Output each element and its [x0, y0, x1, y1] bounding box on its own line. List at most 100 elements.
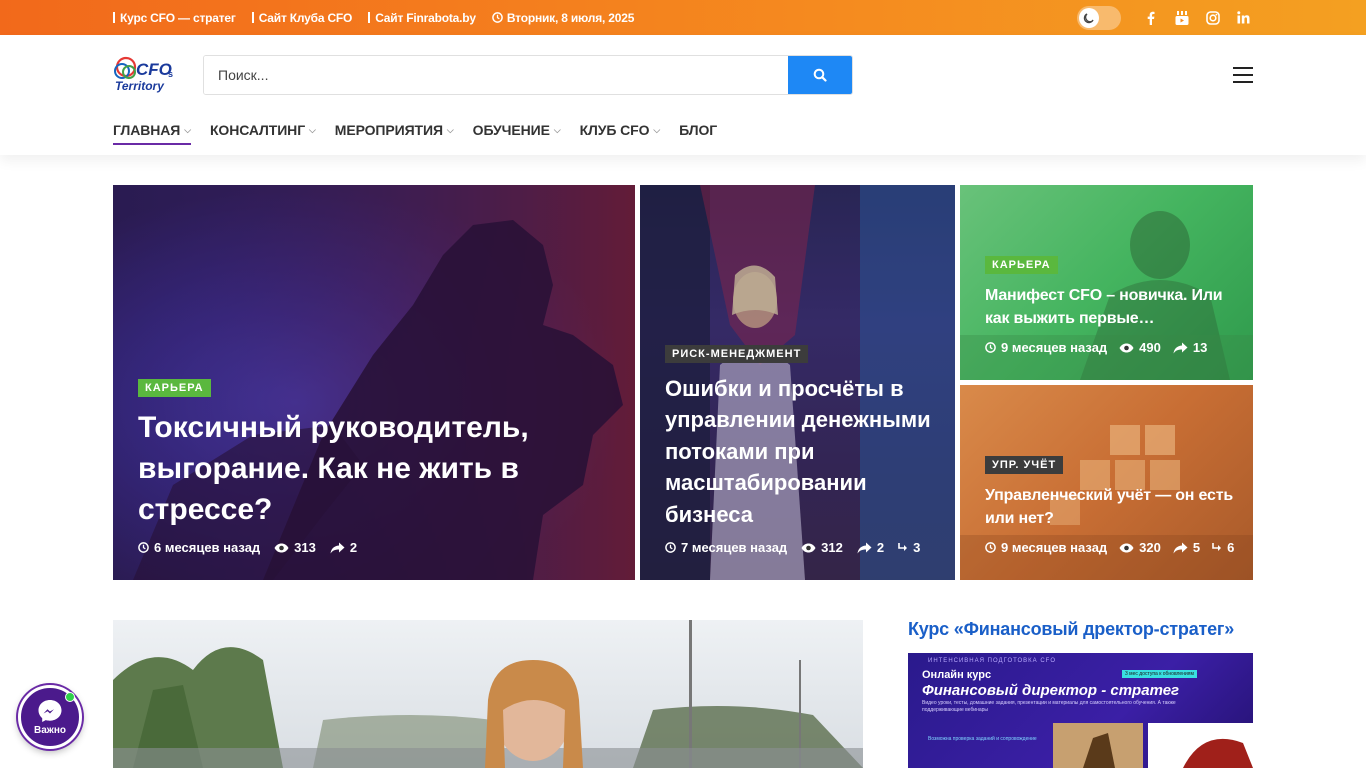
category-badge[interactable]: КАРЬЕРА — [985, 256, 1058, 274]
menu-icon[interactable] — [1233, 67, 1253, 83]
category-badge[interactable]: УПР. УЧЁТ — [985, 456, 1064, 474]
post-shares: 13 — [1173, 340, 1207, 355]
site-logo[interactable]: CFO s Territory — [113, 53, 175, 97]
course-banner[interactable]: ИНТЕНСИВНАЯ ПОДГОТОВКА CFO Онлайн курс Ф… — [908, 653, 1253, 768]
youtube-icon[interactable] — [1172, 9, 1191, 27]
shares-count: 5 — [1192, 540, 1201, 555]
post-views: 320 — [1119, 540, 1161, 555]
nav-item-blog[interactable]: БЛОГ — [679, 117, 717, 143]
latest-post-image[interactable] — [113, 620, 863, 768]
search-button[interactable] — [788, 56, 852, 94]
banner-badge: 3 мес доступа к обновлениям — [1122, 670, 1197, 678]
post-title[interactable]: Токсичный руководитель, выгорание. Как н… — [138, 407, 615, 530]
dark-mode-toggle[interactable] — [1077, 5, 1121, 30]
logo-text-sub: s — [168, 69, 173, 79]
top-link-finrabota[interactable]: Сайт Finrabota.by — [368, 11, 476, 25]
eye-icon — [274, 543, 289, 552]
top-link-label: Сайт Finrabota.by — [375, 10, 476, 25]
eye-icon — [1119, 543, 1134, 552]
post-comments: 6 — [1212, 540, 1234, 555]
top-links: Курс CFO — стратег Сайт Клуба CFO Сайт F… — [113, 0, 634, 35]
post-time: 6 месяцев назад — [138, 540, 260, 555]
post-time: 7 месяцев назад — [665, 540, 787, 555]
search-icon — [813, 68, 827, 82]
nav-label: ГЛАВНАЯ — [113, 122, 181, 138]
share-icon — [1173, 342, 1188, 353]
nav-item-club[interactable]: КЛУБ CFO ⌵ — [580, 117, 661, 143]
featured-post-4[interactable]: УПР. УЧЁТ Управленческий учёт — он есть … — [960, 385, 1253, 580]
nav-item-events[interactable]: МЕРОПРИЯТИЯ ⌵ — [335, 117, 454, 143]
messenger-icon — [38, 699, 62, 722]
top-bar-right — [1077, 0, 1253, 35]
nav-item-training[interactable]: ОБУЧЕНИЕ ⌵ — [473, 117, 561, 143]
eye-icon — [1119, 343, 1134, 352]
post-content: КАРЬЕРА Манифест CFO – новичка. Или как … — [985, 255, 1233, 355]
post-views: 313 — [274, 540, 316, 555]
post-shares: 2 — [330, 540, 357, 555]
top-link-label: Сайт Клуба CFO — [258, 10, 353, 25]
shares-count: 2 — [349, 540, 358, 555]
time-text: 9 месяцев назад — [1001, 340, 1108, 355]
post-meta: 9 месяцев назад 490 13 — [985, 340, 1233, 355]
chat-label: Важно — [33, 724, 67, 736]
post-meta: 9 месяцев назад 320 5 6 — [985, 540, 1234, 555]
reply-icon — [1212, 542, 1222, 551]
online-indicator — [65, 692, 75, 702]
banner-artwork — [1053, 723, 1253, 768]
nav-item-consulting[interactable]: КОНСАЛТИНГ ⌵ — [210, 117, 316, 143]
nav-label: БЛОГ — [679, 122, 718, 138]
top-link-course[interactable]: Курс CFO — стратег — [113, 11, 236, 25]
share-icon — [330, 542, 345, 553]
featured-post-2[interactable]: РИСК-МЕНЕДЖМЕНТ Ошибки и просчёты в упра… — [640, 185, 955, 580]
views-count: 313 — [294, 540, 316, 555]
chat-widget-button[interactable]: Важно — [18, 685, 82, 749]
clock-icon — [985, 342, 996, 353]
clock-icon — [138, 542, 149, 553]
search-input[interactable] — [204, 56, 788, 94]
post-title[interactable]: Управленческий учёт — он есть или нет? — [985, 484, 1233, 530]
moon-icon — [1079, 7, 1099, 28]
featured-post-3[interactable]: КАРЬЕРА Манифест CFO – новичка. Или как … — [960, 185, 1253, 380]
post-content: КАРЬЕРА Токсичный руководитель, выгорани… — [138, 378, 615, 555]
comments-count: 6 — [1227, 540, 1235, 555]
linkedin-icon[interactable] — [1234, 9, 1253, 27]
top-link-club[interactable]: Сайт Клуба CFO — [251, 10, 353, 25]
post-shares: 2 — [857, 540, 884, 555]
banner-footer: Возможна проверка заданий и сопровождени… — [928, 736, 1037, 742]
views-count: 320 — [1139, 540, 1161, 555]
chevron-down-icon: ⌵ — [653, 124, 661, 135]
instagram-icon[interactable] — [1203, 9, 1222, 27]
banner-line1: Онлайн курс — [922, 669, 992, 681]
category-badge[interactable]: РИСК-МЕНЕДЖМЕНТ — [665, 344, 809, 363]
comments-count: 3 — [913, 540, 921, 555]
post-meta: 7 месяцев назад 312 2 3 — [665, 540, 935, 555]
top-bar: Курс CFO — стратег Сайт Клуба CFO Сайт F… — [0, 0, 1366, 35]
post-content: УПР. УЧЁТ Управленческий учёт — он есть … — [985, 455, 1234, 555]
post-title[interactable]: Манифест CFO – новичка. Или как выжить п… — [985, 284, 1233, 330]
banner-title: Финансовый директор - стратег — [922, 682, 1180, 699]
post-views: 312 — [801, 540, 843, 555]
logo-text-cfo: CFO — [136, 60, 172, 79]
post-comments: 3 — [898, 540, 920, 555]
logo-text-territory: Territory — [115, 79, 165, 93]
share-icon — [857, 542, 872, 553]
chevron-down-icon: ⌵ — [446, 124, 454, 135]
time-text: 7 месяцев назад — [681, 540, 788, 555]
featured-post-1[interactable]: КАРЬЕРА Токсичный руководитель, выгорани… — [113, 185, 635, 580]
nav-item-home[interactable]: ГЛАВНАЯ ⌵ — [113, 117, 191, 145]
current-date: Вторник, 8 июля, 2025 — [492, 11, 634, 25]
time-text: 6 месяцев назад — [154, 540, 261, 555]
views-count: 312 — [821, 540, 843, 555]
clock-icon — [985, 542, 996, 553]
category-badge[interactable]: КАРЬЕРА — [138, 379, 211, 397]
main-nav: ГЛАВНАЯ ⌵ КОНСАЛТИНГ ⌵ МЕРОПРИЯТИЯ ⌵ ОБУЧЕН… — [113, 117, 717, 147]
shares-count: 2 — [876, 540, 885, 555]
top-link-label: Курс CFO — стратег — [120, 10, 236, 25]
date-text: Вторник, 8 июля, 2025 — [506, 10, 635, 25]
post-meta: 6 месяцев назад 313 2 — [138, 540, 615, 555]
sidebar-course-title[interactable]: Курс «Финансовый дректор-стратег» — [908, 619, 1234, 640]
facebook-icon[interactable] — [1141, 9, 1160, 27]
banner-description: Видео уроки, тесты, домашние задания, пр… — [922, 700, 1176, 713]
post-title[interactable]: Ошибки и просчёты в управлении денежными… — [665, 373, 935, 531]
post-time: 9 месяцев назад — [985, 340, 1107, 355]
